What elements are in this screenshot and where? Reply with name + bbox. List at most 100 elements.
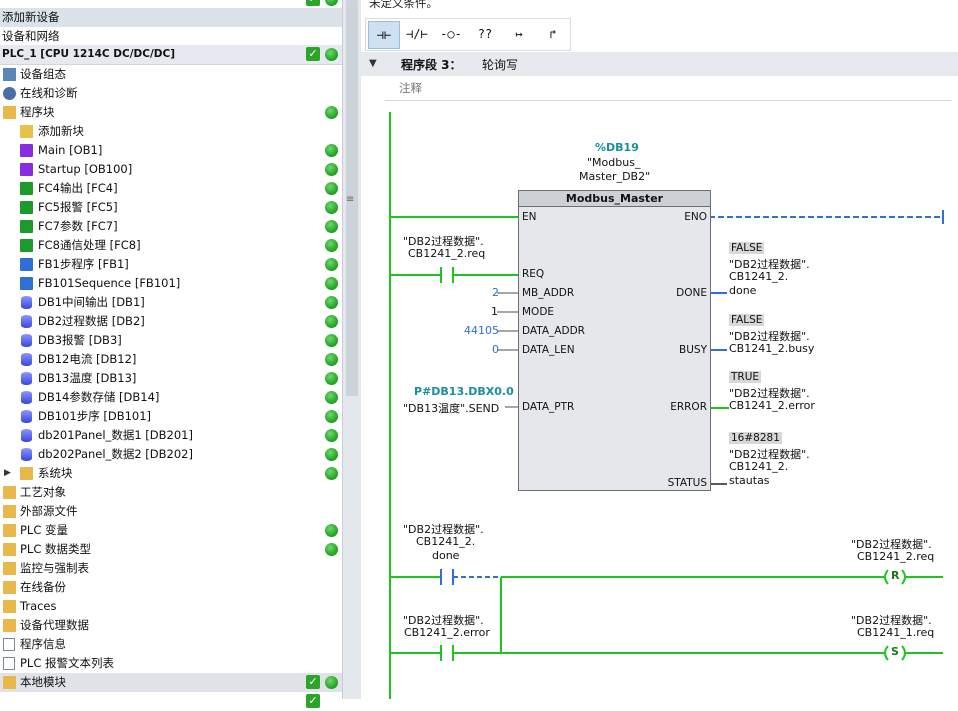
- rung3-coil-operand-2[interactable]: CB1241_1.req: [857, 626, 934, 639]
- tree-item-db1[interactable]: DB1中间输出 [DB1]: [0, 293, 342, 312]
- status-check-icon: ✓: [306, 675, 320, 689]
- network-comment[interactable]: 注释: [385, 78, 951, 101]
- pin-mb-addr[interactable]: MB_ADDR: [522, 287, 574, 299]
- tree-item-watch-tables[interactable]: 监控与强制表: [0, 559, 342, 578]
- instance-db-name1: "Modbus_: [587, 156, 641, 169]
- tree-item-db101[interactable]: DB101步序 [DB101]: [0, 407, 342, 426]
- tree-item-next[interactable]: ✓: [0, 692, 342, 711]
- pin-data-addr[interactable]: DATA_ADDR: [522, 325, 585, 337]
- pin-done[interactable]: DONE: [676, 287, 707, 299]
- tree-item-program-info[interactable]: 程序信息: [0, 635, 342, 654]
- tree-item-fc4[interactable]: FC4输出 [FC4]: [0, 179, 342, 198]
- req-operand-2[interactable]: CB1241_2.req: [408, 247, 485, 260]
- status-ok-icon: [325, 0, 338, 6]
- pin-mode[interactable]: MODE: [522, 306, 554, 318]
- pin-error[interactable]: ERROR: [670, 401, 707, 413]
- network-title[interactable]: 轮询写: [482, 56, 518, 73]
- reset-coil-left: [884, 569, 889, 585]
- tree-item-db202[interactable]: db202Panel_数据2 [DB202]: [0, 445, 342, 464]
- expand-arrow-icon[interactable]: ▶: [4, 464, 11, 483]
- tree-item-db2[interactable]: DB2过程数据 [DB2]: [0, 312, 342, 331]
- reset-coil-right: [901, 569, 906, 585]
- fc-block-icon: [20, 220, 33, 233]
- busy-monitor-value: FALSE: [729, 314, 765, 326]
- reset-coil-label[interactable]: R: [891, 569, 899, 582]
- tree-item-ob1[interactable]: Main [OB1]: [0, 141, 342, 160]
- diagnostics-icon: [3, 87, 16, 100]
- empty-box-button[interactable]: ??: [470, 21, 500, 47]
- coil-button[interactable]: -○-: [436, 21, 466, 47]
- condition-text: 未定义条件。: [369, 0, 438, 10]
- ladder-editor: 未定义条件。 ⊣⊢ ⊣/⊢ -○- ?? ↦ ↱ ▼ 程序段 3： 轮询写 注释: [361, 0, 958, 699]
- tree-item-proxy-data[interactable]: 设备代理数据: [0, 616, 342, 635]
- rung2-contact-operand-3[interactable]: done: [432, 549, 459, 562]
- instance-db-address: %DB19: [595, 141, 639, 154]
- tree-item-plc-tags[interactable]: PLC 变量: [0, 521, 342, 540]
- db-block-icon: [21, 410, 32, 423]
- done-operand-2[interactable]: CB1241_2.: [729, 270, 788, 283]
- tree-item-db3[interactable]: DB3报警 [DB3]: [0, 331, 342, 350]
- pin-eno[interactable]: ENO: [684, 211, 707, 223]
- tree-item-local-modules[interactable]: 本地模块 ✓: [0, 673, 342, 692]
- tree-item-fb1[interactable]: FB1步程序 [FB1]: [0, 255, 342, 274]
- tree-item-add-device[interactable]: 添加新设备: [0, 8, 342, 27]
- tree-item-ob100[interactable]: Startup [OB100]: [0, 160, 342, 179]
- nc-contact-button[interactable]: ⊣⊢: [368, 21, 400, 49]
- folder-icon: [3, 581, 16, 594]
- rung3-contact-operand-2[interactable]: CB1241_2.error: [404, 626, 490, 639]
- tree-item-online-diag[interactable]: 在线和诊断: [0, 84, 342, 103]
- network-header[interactable]: ▼ 程序段 3： 轮询写: [361, 52, 958, 76]
- data-ptr-operand[interactable]: "DB13温度".SEND: [403, 400, 499, 416]
- tree-item-db12[interactable]: DB12电流 [DB12]: [0, 350, 342, 369]
- tree-item-traces[interactable]: Traces: [0, 597, 342, 616]
- done-monitor-value: FALSE: [729, 242, 765, 254]
- text-list-icon: [3, 657, 15, 670]
- folder-icon: [3, 106, 16, 119]
- status-operand-2[interactable]: CB1241_2.: [729, 460, 788, 473]
- tree-item-ext-sources[interactable]: 外部源文件: [0, 502, 342, 521]
- tree-item-fc8[interactable]: FC8通信处理 [FC8]: [0, 236, 342, 255]
- tree-item-plc-datatypes[interactable]: PLC 数据类型: [0, 540, 342, 559]
- tree-item-plc[interactable]: PLC_1 [CPU 1214C DC/DC/DC] ✓: [0, 45, 342, 65]
- tree-item-tech-objects[interactable]: 工艺对象: [0, 483, 342, 502]
- tree-item-program-blocks[interactable]: 程序块: [0, 103, 342, 122]
- mode-value[interactable]: 1: [491, 305, 498, 318]
- pin-en[interactable]: EN: [522, 211, 537, 223]
- modbus-master-block[interactable]: Modbus_Master EN REQ MB_ADDR MODE DATA_A…: [518, 190, 711, 491]
- pin-busy[interactable]: BUSY: [679, 344, 707, 356]
- tree-item-fc7[interactable]: FC7参数 [FC7]: [0, 217, 342, 236]
- mb-addr-value[interactable]: 2: [492, 286, 499, 299]
- data-len-value[interactable]: 0: [492, 343, 499, 356]
- status-ok-icon: [325, 239, 338, 252]
- tree-item-device-config[interactable]: 设备组态: [0, 65, 342, 84]
- error-operand-2[interactable]: CB1241_2.error: [729, 399, 815, 412]
- pin-data-len[interactable]: DATA_LEN: [522, 344, 575, 356]
- tree-item-alarm-texts[interactable]: PLC 报警文本列表: [0, 654, 342, 673]
- tree-item-fc5[interactable]: FC5报警 [FC5]: [0, 198, 342, 217]
- tree-item-db13[interactable]: DB13温度 [DB13]: [0, 369, 342, 388]
- tree-item-fb101[interactable]: FB101Sequence [FB101]: [0, 274, 342, 293]
- tree-item-devices-networks[interactable]: 设备和网络: [0, 27, 342, 46]
- tree-item-add-block[interactable]: 添加新块: [0, 122, 342, 141]
- rung2-contact-operand-2[interactable]: CB1241_2.: [416, 535, 475, 548]
- collapse-arrow-icon[interactable]: ▼: [369, 58, 377, 69]
- tree-item-db201[interactable]: db201Panel_数据1 [DB201]: [0, 426, 342, 445]
- status-ok-icon: [325, 353, 338, 366]
- pin-data-ptr[interactable]: DATA_PTR: [522, 401, 574, 413]
- panel-splitter[interactable]: ≡: [342, 0, 362, 699]
- tree-item-db14[interactable]: DB14参数存储 [DB14]: [0, 388, 342, 407]
- rung2-coil-operand-2[interactable]: CB1241_2.req: [857, 550, 934, 563]
- pin-status[interactable]: STATUS: [668, 477, 707, 489]
- close-branch-button[interactable]: ↱: [538, 21, 568, 47]
- tree-item-online-backups[interactable]: 在线备份: [0, 578, 342, 597]
- data-addr-value[interactable]: 44105: [464, 324, 499, 337]
- db-block-icon: [21, 315, 32, 328]
- set-coil-label[interactable]: S: [891, 645, 899, 658]
- busy-operand-2[interactable]: CB1241_2.busy: [729, 342, 814, 355]
- open-branch-button[interactable]: ↦: [504, 21, 534, 47]
- tree-item-system-blocks[interactable]: ▶ 系统块: [0, 464, 342, 483]
- status-operand-3[interactable]: stautas: [729, 474, 770, 487]
- done-operand-3[interactable]: done: [729, 284, 756, 297]
- no-contact-button[interactable]: ⊣/⊢: [402, 21, 432, 47]
- pin-req[interactable]: REQ: [522, 268, 544, 280]
